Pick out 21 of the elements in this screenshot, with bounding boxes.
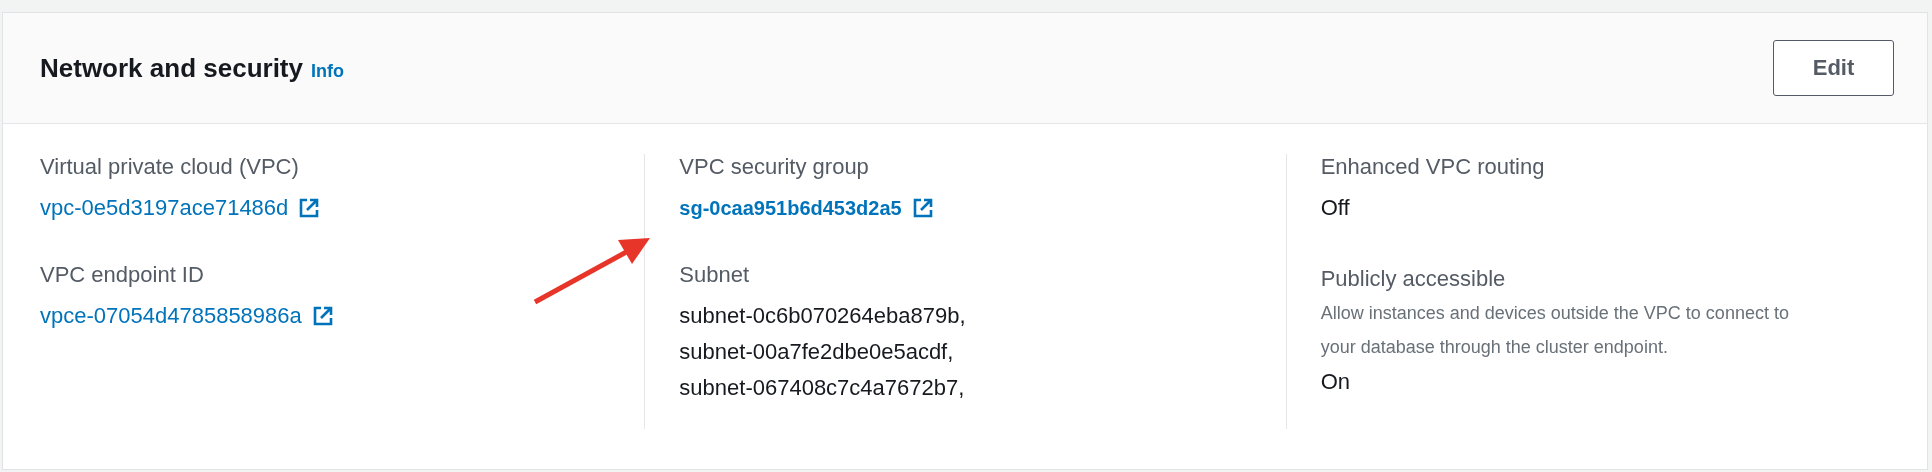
field-label: Virtual private cloud (VPC) (40, 154, 300, 180)
external-link-icon[interactable] (911, 197, 934, 219)
resource-link[interactable]: sg-0caa951b6d453d2a5 (679, 192, 902, 224)
field-value: On (1320, 368, 1351, 396)
edit-button[interactable]: Edit (1773, 40, 1894, 96)
field-label: VPC endpoint ID (40, 262, 205, 288)
field-label: Enhanced VPC routing (1320, 154, 1546, 180)
field-label: Publicly accessible (1320, 266, 1507, 292)
field-value: subnet-0c6b070264eba879b, (679, 302, 967, 330)
external-link-icon[interactable] (311, 305, 334, 327)
resource-link[interactable]: vpce-07054d4785858986a (40, 300, 302, 332)
info-link[interactable]: Info (311, 60, 344, 82)
field-description: Allow instances and devices outside the VPC to connect to your database through the cluster endpoint. (1320, 302, 1790, 359)
field-value: subnet-067408c7c4a7672b7, (679, 374, 966, 402)
panel-title: Network and security (40, 52, 303, 84)
resource-link[interactable]: vpc-0e5d3197ace71486d (40, 192, 289, 224)
field-value: Off (1320, 194, 1351, 222)
field-value: subnet-00a7fe2dbe0e5acdf, (679, 338, 955, 366)
external-link-icon[interactable] (298, 197, 321, 219)
field-label: Subnet (679, 262, 751, 288)
field-label: VPC security group (679, 154, 870, 180)
